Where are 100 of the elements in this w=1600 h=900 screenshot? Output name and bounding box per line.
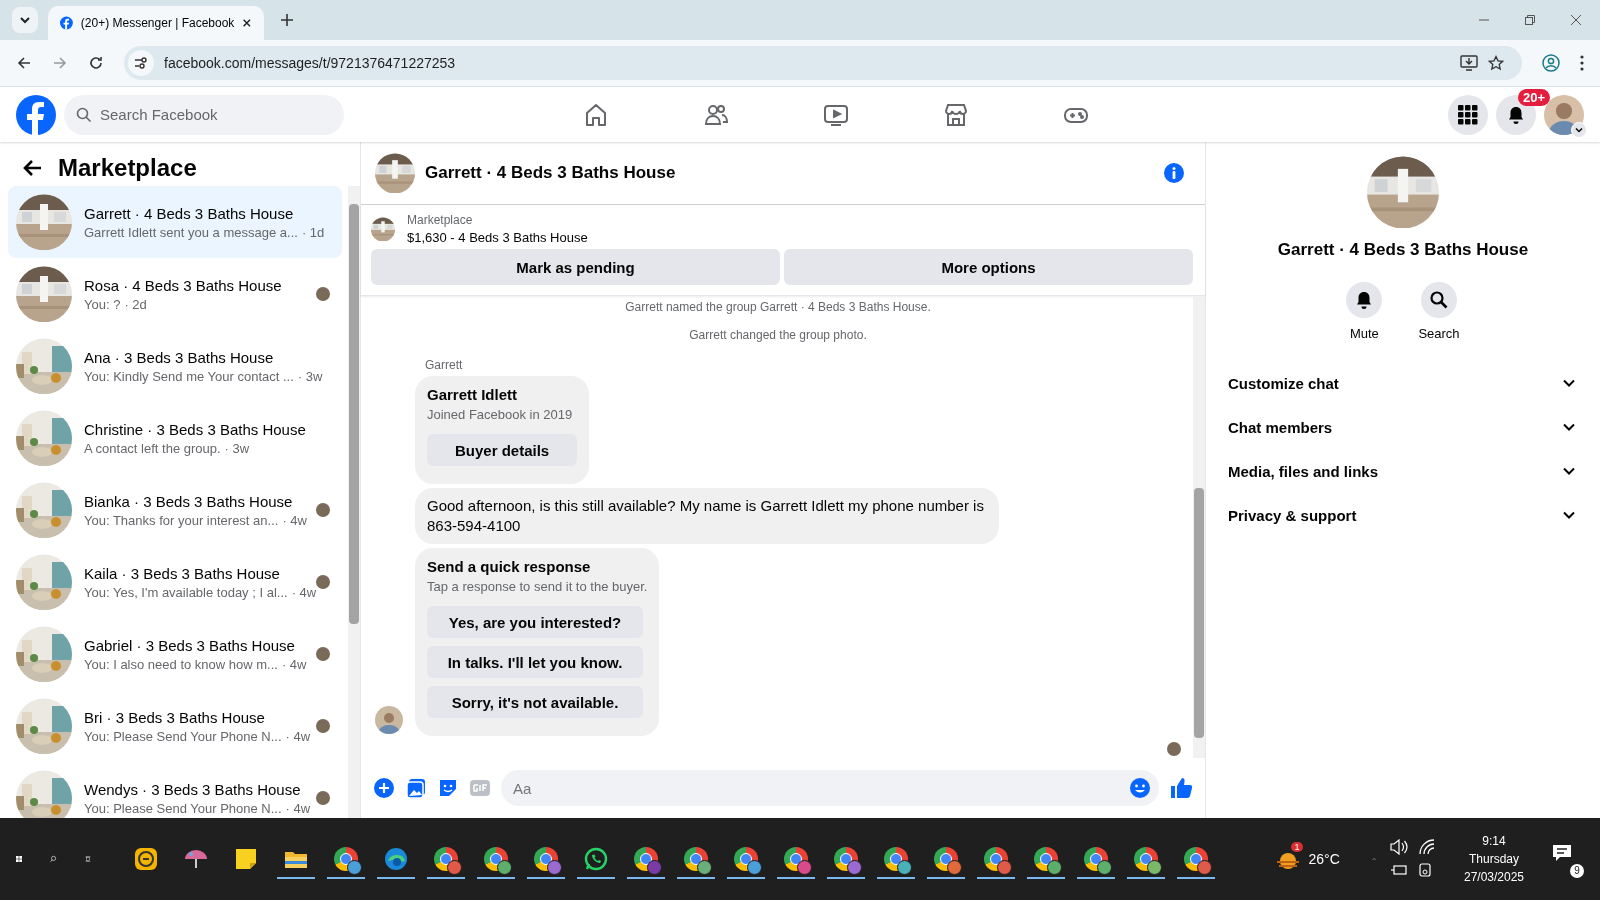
sender-name: Garrett <box>425 358 464 373</box>
image-icon[interactable] <box>405 777 427 800</box>
message-preview: You: Yes, I'm available today ; I al... <box>84 584 288 600</box>
volume-icon[interactable] <box>1389 839 1408 856</box>
plus-icon[interactable] <box>373 777 395 800</box>
profile-icon[interactable] <box>1542 53 1560 72</box>
close-icon[interactable] <box>242 17 252 29</box>
chevron-down-icon[interactable] <box>19 14 31 26</box>
weather-widget[interactable]: 1 26°C <box>1270 840 1344 879</box>
conversation-item[interactable]: Gabriel · 3 Beds 3 Baths House You: I also need to know how m... · 4w <box>8 618 342 691</box>
conversation-title: Gabriel · 3 Beds 3 Baths House <box>84 636 296 654</box>
facebook-logo[interactable] <box>16 94 56 135</box>
message-field[interactable]: Aa <box>501 770 1159 807</box>
running-indicator <box>676 877 715 880</box>
listing-action-button[interactable]: More options <box>784 249 1193 286</box>
conversation-title: Kaila · 3 Beds 3 Baths House <box>84 564 281 582</box>
buyer-name: Garrett Idlett <box>427 386 518 404</box>
search-icon <box>76 106 92 123</box>
sticky-note-icon[interactable] <box>234 848 257 871</box>
quick-response-button[interactable]: Yes, are you interested? <box>427 606 643 639</box>
details-section[interactable]: Privacy & support <box>1224 493 1580 538</box>
running-indicator <box>276 877 315 880</box>
folder-icon[interactable] <box>283 849 308 870</box>
info-icon[interactable] <box>1163 162 1185 185</box>
quick-response-button[interactable]: Sorry, it's not available. <box>427 686 643 719</box>
tab-list-button[interactable] <box>12 7 38 33</box>
running-indicator <box>776 877 815 880</box>
message-icon[interactable] <box>1552 844 1572 863</box>
conversation-item[interactable]: Bri · 3 Beds 3 Baths House You: Please Send Your Phone N... · 4w <box>8 690 342 763</box>
message-time: · 4w <box>291 584 317 600</box>
apps-menu-button[interactable] <box>1448 94 1488 135</box>
chat-app-icon[interactable] <box>133 847 158 872</box>
message-time: · 3w <box>297 368 323 384</box>
reload-icon[interactable] <box>88 54 104 71</box>
message-time: · 4w <box>282 512 307 528</box>
running-indicator <box>1026 877 1065 880</box>
conversation-title: Rosa · 4 Beds 3 Baths House <box>84 276 283 294</box>
message-preview: You: Thanks for your interest an... <box>84 512 279 528</box>
buyer-subtitle: Joined Facebook in 2019 <box>427 407 574 423</box>
browser-tab[interactable]: (20+) Messenger | Facebook <box>48 6 264 40</box>
running-indicator <box>826 877 865 880</box>
forward-arrow-icon[interactable] <box>52 54 68 71</box>
conversation-item[interactable]: Bianka · 3 Beds 3 Baths House You: Thanks for your interest an... · 4w <box>8 474 342 547</box>
listing-label: Marketplace <box>407 213 474 228</box>
details-section[interactable]: Media, files and links <box>1224 449 1580 494</box>
conversation-item[interactable]: Rosa · 4 Beds 3 Baths House You: ? · 2d <box>8 258 342 331</box>
wifi-icon[interactable] <box>1417 839 1436 856</box>
message-preview: You: Kindly Send me Your contact ... <box>84 368 294 384</box>
message-preview: You: ? <box>84 296 121 312</box>
display-icon[interactable] <box>1417 863 1432 880</box>
conversation-item[interactable]: Christine · 3 Beds 3 Baths House A contact left the group. · 3w <box>8 402 342 475</box>
thumbs-up-icon[interactable] <box>1169 776 1193 801</box>
install-app-icon[interactable] <box>1460 54 1478 71</box>
new-tab-icon[interactable] <box>280 13 294 27</box>
more-menu-icon[interactable] <box>1580 54 1584 71</box>
conversation-item[interactable]: Ana · 3 Beds 3 Baths House You: Kindly Send me Your contact ... · 3w <box>8 330 342 403</box>
conversation-title: Bianka · 3 Beds 3 Baths House <box>84 492 294 510</box>
conversation-item[interactable]: Garrett · 4 Beds 3 Baths House Garrett Idlett sent you a message a... · 1d <box>8 186 342 259</box>
running-indicator <box>426 877 465 880</box>
running-indicator <box>926 877 965 880</box>
battery-icon[interactable] <box>1389 863 1408 878</box>
phone-chat-icon[interactable] <box>583 847 608 872</box>
facebook-icon <box>60 15 73 31</box>
conversation-title: Bri · 3 Beds 3 Baths House <box>84 708 266 726</box>
message-preview: You: Please Send Your Phone N... <box>84 800 282 816</box>
buyer-details-button[interactable]: Buyer details <box>427 434 578 467</box>
running-indicator <box>976 877 1015 880</box>
search-field[interactable]: Search Facebook <box>64 94 344 135</box>
address-field[interactable]: facebook.com/messages/t/9721376471227253 <box>124 45 1522 80</box>
edge-browser-icon[interactable] <box>383 847 408 872</box>
message-preview: Garrett Idlett sent you a message a... <box>84 224 298 240</box>
search-icon[interactable] <box>1429 290 1449 311</box>
quick-response-button[interactable]: In talks. I'll let you know. <box>427 646 643 679</box>
account-avatar[interactable] <box>1544 94 1584 135</box>
running-indicator <box>376 877 415 880</box>
tab-title: (20+) Messenger | Facebook <box>80 16 235 30</box>
back-arrow-icon[interactable] <box>16 54 32 71</box>
emoji-icon[interactable] <box>1129 777 1151 800</box>
sender-avatar <box>375 706 403 735</box>
system-message: Garrett named the group Garrett · 4 Beds 3 Baths House. <box>624 300 932 315</box>
details-section[interactable]: Chat members <box>1224 405 1580 450</box>
listing-title[interactable]: $1,630 - 4 Beds 3 Baths House <box>407 230 588 246</box>
listing-action-button[interactable]: Mark as pending <box>371 249 780 286</box>
running-indicator <box>1176 877 1215 880</box>
scrollbar[interactable] <box>348 186 360 819</box>
bookmark-star-icon[interactable] <box>1488 54 1504 71</box>
grid-icon[interactable] <box>1458 104 1478 125</box>
site-settings-icon[interactable] <box>128 49 154 76</box>
clock[interactable]: 9:14 Thursday 27/03/2025 <box>1463 834 1524 885</box>
back-arrow-icon[interactable] <box>22 159 42 178</box>
bell-icon[interactable] <box>1506 104 1526 125</box>
details-section[interactable]: Customize chat <box>1224 361 1580 406</box>
running-indicator <box>576 877 615 880</box>
running-indicator <box>526 877 565 880</box>
scrollbar[interactable] <box>1193 296 1205 759</box>
conversation-name: Garrett · 4 Beds 3 Baths House <box>1277 240 1529 261</box>
message-time: · 1d <box>301 224 325 240</box>
notification-center-button[interactable]: 9 <box>1548 840 1584 879</box>
restore-icon[interactable] <box>1524 14 1536 26</box>
conversation-item[interactable]: Kaila · 3 Beds 3 Baths House You: Yes, I'm available today ; I al... · 4w <box>8 546 342 619</box>
